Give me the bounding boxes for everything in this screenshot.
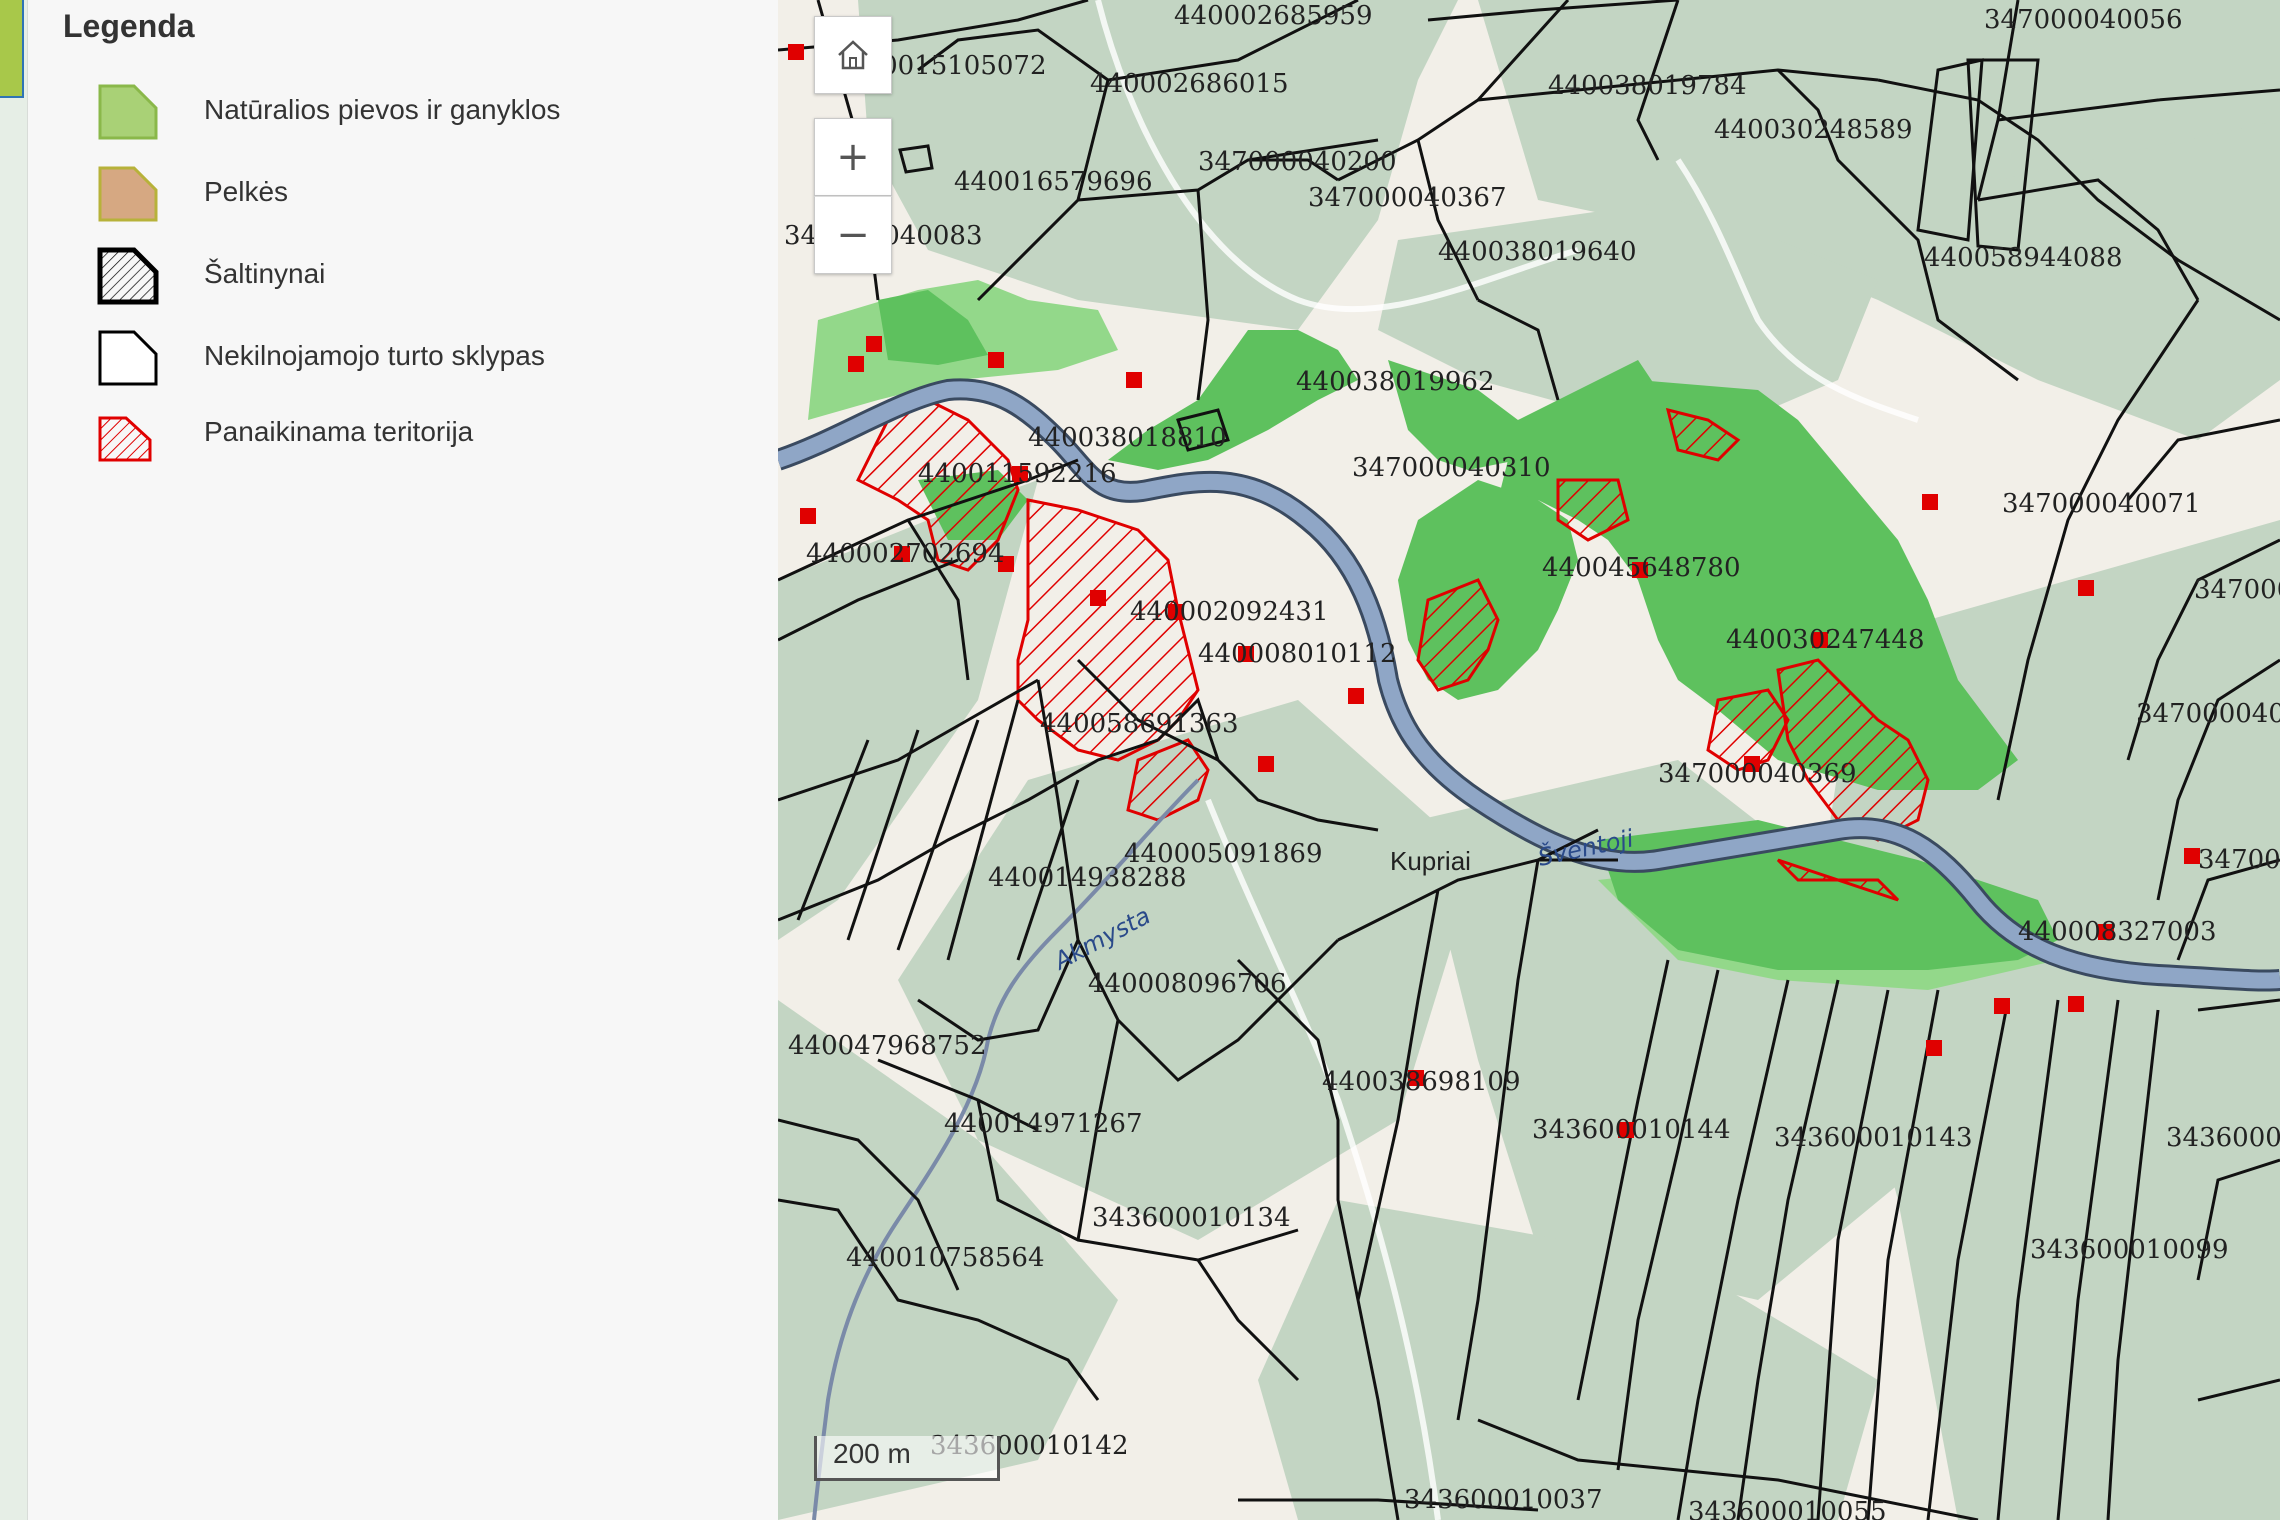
zoom-out-button[interactable]: − xyxy=(814,196,892,274)
parcel-label: 347000040 xyxy=(2136,699,2280,729)
parcel-label: 440030247448 xyxy=(1726,625,1925,655)
parcel-label: 440058944088 xyxy=(1924,243,2123,273)
parcel-label: 440038018810 xyxy=(1028,423,1227,453)
scale-bar: 200 m xyxy=(814,1436,1000,1481)
legend-item-parcel: Nekilnojamojo turto sklypas xyxy=(96,326,736,390)
parcel-label: 343600010144 xyxy=(1532,1115,1731,1145)
parcel-label: 440058691363 xyxy=(1040,709,1239,739)
parcel-label: 440010758564 xyxy=(846,1243,1045,1273)
legend-item-springs: Šaltinynai xyxy=(96,244,736,308)
parcel-label: 343600010 xyxy=(2166,1123,2280,1153)
parcel-label: 440047968752 xyxy=(788,1031,987,1061)
parcel-label: 34700004 xyxy=(2194,575,2280,605)
legend-item-meadows: Natūralios pievos ir ganyklos xyxy=(96,80,736,144)
parcel-label: 343600010134 xyxy=(1092,1203,1291,1233)
legend-label: Pelkės xyxy=(204,176,289,207)
legend-tab[interactable] xyxy=(0,0,24,98)
parcel-label: 440014971267 xyxy=(944,1109,1143,1139)
meadow-fill-icon xyxy=(98,84,158,140)
parcel-label: 440008327003 xyxy=(2018,917,2217,947)
removed-area-hatch-icon xyxy=(98,416,152,462)
map-canvas[interactable]: 440002685959 440015105072 440002686015 4… xyxy=(778,0,2280,1520)
parcel-label: 440002702694 xyxy=(806,539,1005,569)
zoom-in-button[interactable]: + xyxy=(814,118,892,196)
plus-icon: + xyxy=(836,134,870,180)
side-strip xyxy=(0,0,28,1520)
parcel-label: 343600010143 xyxy=(1774,1123,1973,1153)
parcel-label: 440008010112 xyxy=(1198,639,1397,669)
legend-item-removed-area: Panaikinama teritorija xyxy=(96,410,736,474)
legend-label: Natūralios pievos ir ganyklos xyxy=(204,94,561,125)
swamp-fill-icon xyxy=(98,166,158,222)
map-view[interactable]: 440002685959 440015105072 440002686015 4… xyxy=(778,0,2280,1520)
scale-label: 200 m xyxy=(833,1438,911,1469)
parcel-label: 343600010055 xyxy=(1688,1497,1887,1520)
parcel-label: 343600010037 xyxy=(1404,1485,1603,1515)
parcel-outline-icon xyxy=(98,330,158,386)
parcel-label: 347000040056 xyxy=(1984,5,2183,35)
parcel-label: 440038698109 xyxy=(1322,1067,1521,1097)
legend-panel: Legenda Natūralios pievos ir ganyklos Pe… xyxy=(28,0,778,1520)
legend-label: Panaikinama teritorija xyxy=(204,416,474,447)
parcel-label: 440014938288 xyxy=(988,863,1187,893)
parcel-label: 347000040200 xyxy=(1198,147,1397,177)
parcel-label: 343600010099 xyxy=(2030,1235,2229,1265)
parcel-label: 34700 xyxy=(2198,845,2280,875)
legend-item-swamps: Pelkės xyxy=(96,162,736,226)
legend-label: Nekilnojamojo turto sklypas xyxy=(204,340,545,371)
parcel-label: 440045648780 xyxy=(1542,553,1741,583)
parcel-label: 440038019962 xyxy=(1296,367,1495,397)
parcel-label: 347000040367 xyxy=(1308,183,1507,213)
legend-label: Šaltinynai xyxy=(204,258,326,289)
parcel-label: 440002685959 xyxy=(1174,1,1373,31)
village-label: Kupriai xyxy=(1390,846,1471,876)
parcel-label: 347000040071 xyxy=(2002,489,2201,519)
home-icon xyxy=(838,40,868,70)
home-button[interactable] xyxy=(814,16,892,94)
parcel-label: 440011592216 xyxy=(918,459,1117,489)
parcel-label: 440030248589 xyxy=(1714,115,1913,145)
parcel-label: 440002686015 xyxy=(1090,69,1289,99)
parcel-label: 440008096706 xyxy=(1088,969,1287,999)
parcel-label: 347000040369 xyxy=(1658,759,1857,789)
parcel-label: 440016579696 xyxy=(954,167,1153,197)
parcel-label: 347000040310 xyxy=(1352,453,1551,483)
minus-icon: − xyxy=(836,212,870,258)
parcel-label: 440038019784 xyxy=(1548,71,1747,101)
springs-hatch-icon xyxy=(97,247,159,305)
legend-title: Legenda xyxy=(63,8,195,44)
parcel-label: 440038019640 xyxy=(1438,237,1637,267)
parcel-label: 440002092431 xyxy=(1130,597,1329,627)
